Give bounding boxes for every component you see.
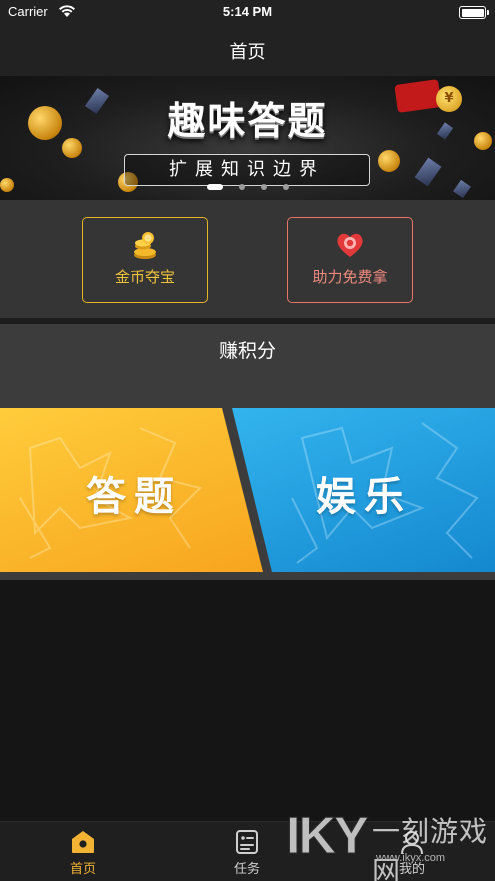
status-time: 5:14 PM (222, 4, 273, 19)
tab-home[interactable]: 首页 (33, 822, 133, 881)
navigation-bar: 首页 (0, 24, 495, 76)
page-dot[interactable] (238, 184, 245, 190)
quiz-card[interactable]: 答题 (0, 408, 263, 572)
page-title: 首页 (229, 42, 266, 63)
status-bar: Carrier 5:14 PM (0, 0, 495, 24)
red-heart-badge-icon (337, 233, 363, 257)
entertainment-card-label: 娱乐 (316, 474, 412, 520)
task-list-icon (236, 830, 258, 854)
page-dot-active[interactable] (206, 184, 223, 190)
help-free-label: 助力免费拿 (312, 268, 388, 286)
gold-treasure-label: 金币夺宝 (114, 268, 175, 286)
gold-treasure-button[interactable]: 金币夺宝 (82, 217, 208, 303)
banner-title: 趣味答题 (167, 99, 328, 143)
page-dot[interactable] (282, 184, 289, 190)
gold-coins-icon (134, 232, 156, 259)
quiz-card-label: 答题 (86, 474, 182, 520)
carousel-page-indicator[interactable] (0, 184, 495, 190)
banner-subtitle: 扩展知识边界 (124, 154, 370, 186)
earn-points-title: 赚积分 (218, 340, 276, 362)
tab-home-label: 首页 (69, 862, 96, 877)
tab-tasks[interactable]: 任务 (197, 822, 297, 881)
coin-decoration (378, 150, 400, 172)
entertainment-card[interactable]: 娱乐 (232, 408, 495, 572)
earn-points-section: 赚积分 答题 娱乐 (0, 324, 495, 580)
watermark-logo: IKY (286, 807, 370, 866)
help-free-button[interactable]: 助力免费拿 (287, 217, 413, 303)
crystal-decoration (414, 157, 442, 187)
watermark-url: www.ikyx.com (376, 852, 446, 864)
banner-carousel[interactable]: ¥ 趣味答题 扩展知识边界 (0, 76, 495, 200)
home-icon (72, 831, 94, 853)
page-dot[interactable] (260, 184, 267, 190)
tab-tasks-label: 任务 (233, 862, 260, 877)
battery-icon (459, 6, 489, 19)
watermark-site-name: 一刻游戏网 (372, 815, 489, 881)
quick-actions: 金币夺宝 助力免费拿 (0, 200, 495, 318)
site-watermark: IKY 一刻游戏网 www.ikyx.com (286, 806, 491, 881)
